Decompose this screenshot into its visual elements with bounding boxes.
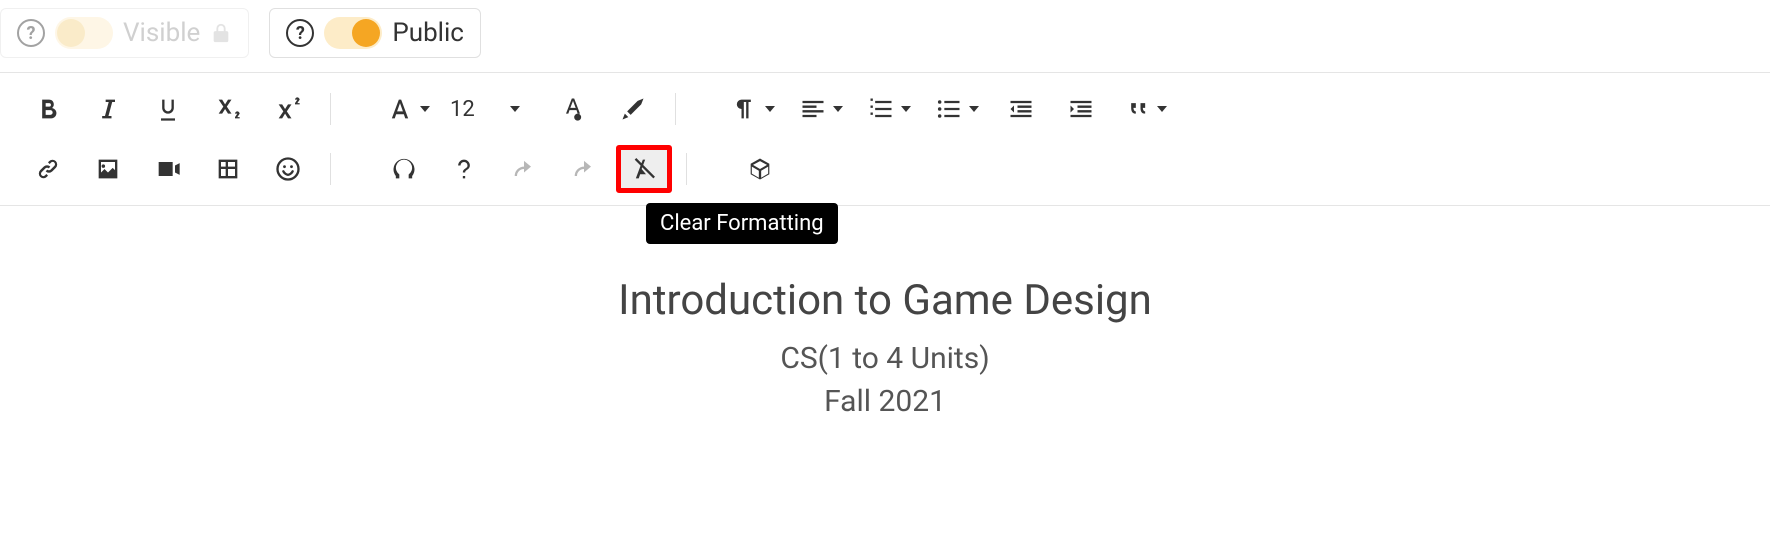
subscript-button[interactable] [200,85,256,133]
paragraph-direction-button[interactable] [721,85,785,133]
ordered-list-button[interactable] [857,85,921,133]
underline-button[interactable] [140,85,196,133]
visible-control: ? Visible [0,8,249,58]
visibility-controls: ? Visible ? Public [0,0,1770,66]
undo-button[interactable] [496,145,552,193]
help-icon[interactable]: ? [286,19,314,47]
chevron-down-icon [765,106,775,112]
chevron-down-icon [901,106,911,112]
bold-button[interactable] [20,85,76,133]
font-family-button[interactable] [376,85,440,133]
help-button[interactable] [436,145,492,193]
cube-button[interactable] [732,145,788,193]
editor-content[interactable]: Introduction to Game Design CS(1 to 4 Un… [0,206,1770,419]
visible-label: Visible [123,18,200,48]
align-button[interactable] [789,85,853,133]
toggle-knob [57,19,85,47]
public-label: Public [392,18,464,48]
image-button[interactable] [80,145,136,193]
chevron-down-icon [510,106,520,112]
unordered-list-button[interactable] [925,85,989,133]
chevron-down-icon [833,106,843,112]
help-icon[interactable]: ? [17,19,45,47]
page-subtitle: CS(1 to 4 Units) [0,341,1770,376]
toolbar-row-2: Clear Formatting [10,139,1760,199]
chevron-down-icon [969,106,979,112]
highlight-button[interactable] [605,85,661,133]
italic-button[interactable] [80,85,136,133]
page-title: Introduction to Game Design [0,276,1770,325]
table-button[interactable] [200,145,256,193]
toolbar-row-1: 12 [10,79,1760,139]
text-color-button[interactable] [545,85,601,133]
indent-button[interactable] [1053,85,1109,133]
blockquote-button[interactable] [1113,85,1177,133]
redo-button[interactable] [556,145,612,193]
lock-icon [210,21,232,45]
emoji-button[interactable] [260,145,316,193]
toggle-knob [352,19,380,47]
link-button[interactable] [20,145,76,193]
chevron-down-icon [420,106,430,112]
font-size-value: 12 [444,97,481,122]
chevron-down-icon [1157,106,1167,112]
editor-toolbar: 12 Clear Formatti [0,72,1770,206]
clear-formatting-button[interactable] [616,145,672,193]
public-control: ? Public [269,8,481,58]
superscript-button[interactable] [260,85,316,133]
special-char-button[interactable] [376,145,432,193]
public-toggle[interactable] [324,17,382,49]
video-button[interactable] [140,145,196,193]
page-term: Fall 2021 [0,384,1770,419]
visible-toggle [55,17,113,49]
tooltip: Clear Formatting [646,203,838,244]
font-size-dropdown[interactable] [485,85,541,133]
outdent-button[interactable] [993,85,1049,133]
